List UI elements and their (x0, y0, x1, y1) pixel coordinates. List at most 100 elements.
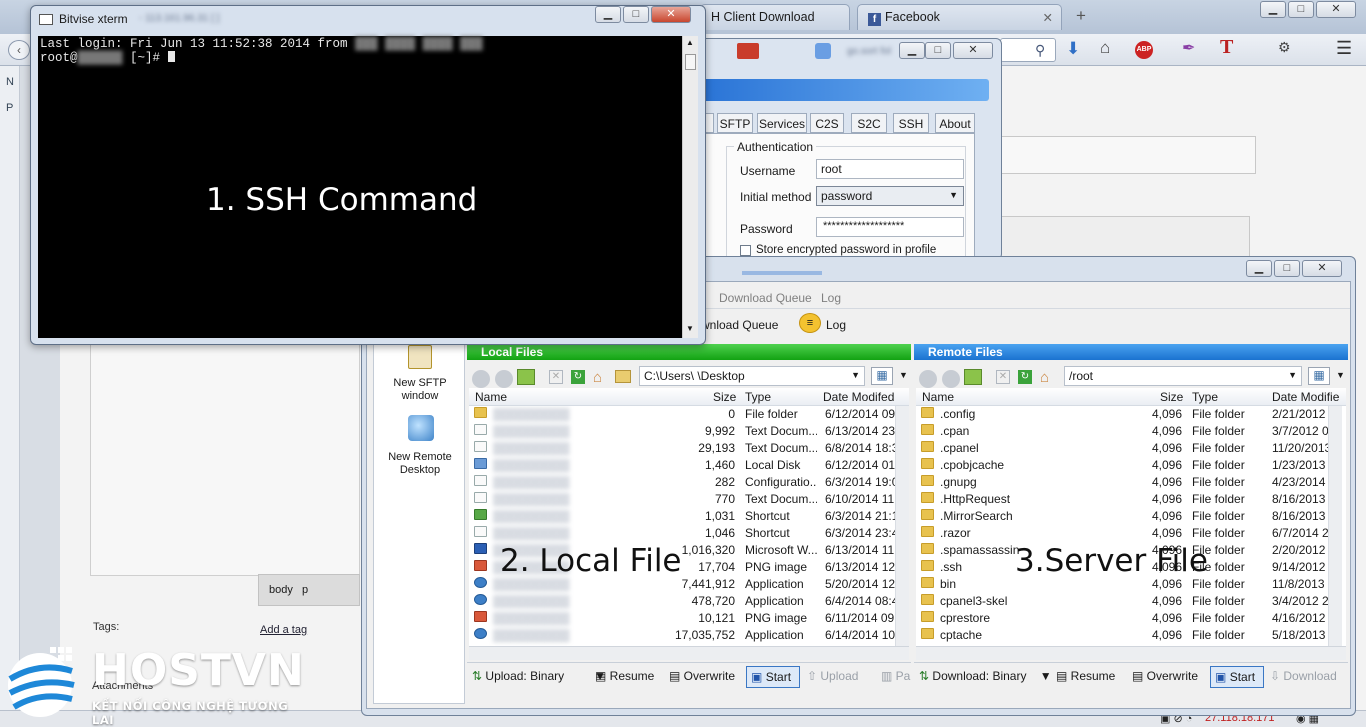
username-field[interactable]: root (816, 159, 964, 179)
up-folder-icon[interactable] (964, 369, 982, 385)
store-password-checkbox[interactable] (740, 245, 751, 256)
terminal-screen[interactable]: Last login: Fri Jun 13 11:52:38 2014 fro… (38, 36, 682, 338)
log-icon[interactable]: ≡ (799, 313, 821, 333)
file-row[interactable]: .gnupg 4,096 File folder 4/23/2014 0 (916, 474, 1346, 491)
scroll-up-icon[interactable]: ▲ (686, 38, 694, 47)
new-sftp-label[interactable]: New SFTP window (378, 377, 462, 403)
back-icon[interactable] (919, 370, 937, 388)
file-row[interactable]: .cpan 4,096 File folder 3/7/2012 0 (916, 423, 1346, 440)
file-row[interactable]: .HttpRequest 4,096 File folder 8/16/2013 (916, 491, 1346, 508)
back-icon[interactable] (472, 370, 490, 388)
overwrite-button[interactable]: ▤ Overwrite (1132, 669, 1198, 683)
up-folder-icon[interactable] (517, 369, 535, 385)
file-row[interactable]: cpanel3-skel 4,096 File folder 3/4/2012 2 (916, 593, 1346, 610)
col-name[interactable]: Name (922, 390, 954, 404)
refresh-icon[interactable]: ↻ (571, 370, 585, 384)
browser-tab-hclient[interactable]: H Client Download (700, 4, 850, 30)
local-path-input[interactable]: C:\Users\ \Desktop ▼ (639, 366, 865, 386)
tab-about[interactable]: About (935, 113, 975, 133)
back-icon[interactable]: ‹ (8, 40, 30, 60)
forward-icon[interactable] (495, 370, 513, 388)
col-name[interactable]: Name (475, 390, 507, 404)
password-field[interactable]: ******************* (816, 217, 964, 237)
adblock-icon[interactable]: ABP (1135, 41, 1153, 59)
translate-icon[interactable]: T (1220, 36, 1233, 59)
path-body[interactable]: body (269, 584, 293, 596)
download-icon[interactable]: ⬇ (1066, 39, 1080, 59)
pause-button[interactable]: ▥ Pa (881, 669, 910, 683)
file-row[interactable]: ▒▒▒▒▒▒▒▒▒ 282 Configuratio... 6/3/2014 19:0 (469, 474, 909, 491)
file-row[interactable]: ▒▒▒▒▒▒▒▒▒ 478,720 Application 6/4/2014 08:4 (469, 593, 909, 610)
col-type[interactable]: Type (745, 390, 771, 404)
upload-mode-select[interactable]: ⇅ Upload: Binary ▼ (472, 669, 606, 683)
delete-icon[interactable]: ✕ (996, 370, 1010, 384)
tunnelier-close-button[interactable]: ✕ (953, 42, 993, 59)
browser-close-button[interactable]: ✕ (1316, 1, 1356, 18)
toolbar-download-queue[interactable]: wnload Queue (701, 318, 778, 332)
file-row[interactable]: ▒▒▒▒▒▒▒▒▒ 1,046 Shortcut 6/3/2014 23:4 (469, 525, 909, 542)
menu-icon[interactable]: ☰ (1336, 38, 1352, 59)
col-size[interactable]: Size (1160, 390, 1183, 404)
file-row[interactable]: cptache 4,096 File folder 5/18/2013 (916, 627, 1346, 644)
refresh-icon[interactable]: ↻ (1018, 370, 1032, 384)
remote-scrollbar[interactable] (1328, 406, 1342, 646)
remote-hscroll[interactable] (916, 646, 1346, 660)
local-hscroll[interactable] (469, 646, 909, 660)
xterm-close-button[interactable]: ✕ (651, 6, 691, 23)
addon-icon[interactable]: ⚙ (1278, 39, 1291, 56)
file-row[interactable]: ▒▒▒▒▒▒▒▒▒ 1,460 Local Disk 6/12/2014 01 (469, 457, 909, 474)
delete-icon[interactable]: ✕ (549, 370, 563, 384)
file-row[interactable]: ▒▒▒▒▒▒▒▒▒ 770 Text Docum... 6/10/2014 11 (469, 491, 909, 508)
chevron-down-icon[interactable]: ▼ (899, 370, 908, 380)
remote-desktop-label[interactable]: New Remote Desktop (378, 451, 462, 477)
tab-sftp[interactable]: SFTP (717, 113, 753, 133)
col-date[interactable]: Date Modifie (1272, 390, 1339, 404)
search-icon[interactable]: ⚲ (1035, 42, 1045, 59)
new-tab-button[interactable]: + (1076, 6, 1086, 26)
col-type[interactable]: Type (1192, 390, 1218, 404)
feather-icon[interactable]: ✒ (1182, 38, 1195, 58)
local-scrollbar[interactable] (895, 406, 909, 646)
menu-download-queue[interactable]: Download Queue (719, 291, 812, 305)
chevron-down-icon[interactable]: ▼ (1336, 370, 1345, 380)
file-row[interactable]: .cpanel 4,096 File folder 11/20/2013 (916, 440, 1346, 457)
tunnelier-minimize-button[interactable]: ▁ (899, 42, 925, 59)
remote-path-input[interactable]: /root ▼ (1064, 366, 1302, 386)
overwrite-button[interactable]: ▤ Overwrite (669, 669, 735, 683)
path-p[interactable]: p (302, 584, 308, 596)
file-row[interactable]: .cpobjcache 4,096 File folder 1/23/2013 0 (916, 457, 1346, 474)
scroll-down-icon[interactable]: ▼ (686, 324, 694, 333)
browser-tab-facebook[interactable]: f Facebook ✕ (857, 4, 1062, 30)
resume-button[interactable]: ▤ Resume (595, 669, 654, 683)
terminal-scrollbar[interactable]: ▲ ▼ (682, 36, 698, 338)
download-mode-select[interactable]: ⇅ Download: Binary ▼ (919, 669, 1052, 683)
home-icon[interactable]: ⌂ (1100, 38, 1110, 58)
tab-c2s[interactable]: C2S (810, 113, 844, 133)
upload-start-button[interactable]: ▣ Start (746, 666, 800, 688)
home-icon[interactable]: ⌂ (1040, 369, 1049, 386)
new-sftp-icon[interactable] (408, 345, 432, 369)
sftp-close-button[interactable]: ✕ (1302, 260, 1342, 277)
sftp-maximize-button[interactable]: □ (1274, 260, 1300, 277)
resume-button[interactable]: ▤ Resume (1056, 669, 1115, 683)
forward-icon[interactable] (942, 370, 960, 388)
col-date[interactable]: Date Modifed (823, 390, 894, 404)
browser-minimize-button[interactable]: ▁ (1260, 1, 1286, 18)
download-button[interactable]: ⇩ Download (1270, 669, 1337, 683)
view-mode-icon[interactable]: ▦ (871, 367, 893, 385)
col-size[interactable]: Size (713, 390, 736, 404)
browser-maximize-button[interactable]: □ (1288, 1, 1314, 18)
file-row[interactable]: ▒▒▒▒▒▒▒▒▒ 17,035,752 Application 6/14/2014 … (469, 627, 909, 644)
view-mode-icon[interactable]: ▦ (1308, 367, 1330, 385)
search-box[interactable]: ⚲ (1000, 38, 1056, 62)
tab-close-icon[interactable]: ✕ (1043, 10, 1053, 25)
tab-ssh[interactable]: SSH (893, 113, 929, 133)
xterm-minimize-button[interactable]: ▁ (595, 6, 621, 23)
file-row[interactable]: ▒▒▒▒▒▒▒▒▒ 0 File folder 6/12/2014 09 (469, 406, 909, 423)
tunnelier-maximize-button[interactable]: □ (925, 42, 951, 59)
method-select[interactable]: password ▼ (816, 186, 964, 206)
xterm-maximize-button[interactable]: □ (623, 6, 649, 23)
add-tag-link[interactable]: Add a tag (260, 624, 307, 636)
tab-s2c[interactable]: S2C (851, 113, 887, 133)
file-row[interactable]: .MirrorSearch 4,096 File folder 8/16/2013 (916, 508, 1346, 525)
